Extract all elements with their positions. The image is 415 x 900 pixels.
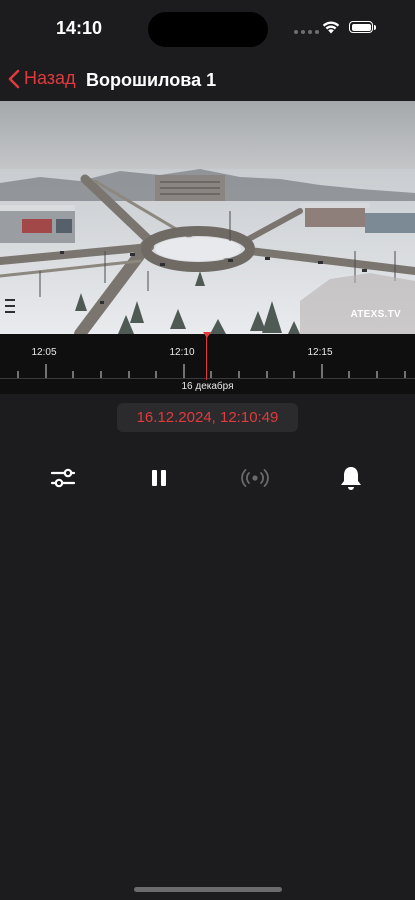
timeline-label-1205: 12:05 — [31, 347, 57, 358]
battery-icon — [349, 21, 376, 33]
timeline-playhead[interactable] — [206, 334, 207, 380]
timeline-baseline — [0, 378, 415, 379]
pause-button[interactable] — [141, 460, 177, 496]
dynamic-island — [148, 12, 268, 47]
timeline-ticks — [17, 364, 406, 378]
sliders-icon — [50, 468, 76, 488]
broadcast-icon — [241, 469, 269, 487]
status-bar: 14:10 — [0, 0, 415, 56]
wifi-icon — [322, 21, 340, 34]
back-button[interactable]: Назад — [8, 68, 76, 89]
datetime-picker-button[interactable]: 16.12.2024, 12:10:49 — [117, 403, 298, 432]
settings-button[interactable] — [45, 460, 81, 496]
camera-snapshot-image — [0, 101, 415, 334]
page-title: Ворошилова 1 — [86, 70, 217, 90]
back-label: Назад — [24, 68, 76, 88]
notifications-button[interactable] — [333, 460, 369, 496]
status-time: 14:10 — [56, 18, 103, 38]
live-stream-button[interactable] — [237, 460, 273, 496]
camera-watermark: ATEXS.TV — [350, 309, 401, 320]
chevron-left-icon — [8, 69, 20, 88]
player-controls — [0, 460, 415, 496]
timeline-label-1215: 12:15 — [307, 347, 333, 358]
pause-icon — [152, 470, 166, 486]
timeline-label-1210: 12:10 — [169, 347, 195, 358]
home-indicator — [134, 887, 282, 892]
nav-bar: Назад Ворошилова 1 — [0, 60, 415, 100]
playhead-marker-icon — [203, 332, 211, 338]
cellular-signal-icon — [294, 30, 319, 34]
camera-video[interactable]: ATEXS.TV — [0, 101, 415, 334]
bell-icon — [341, 467, 361, 490]
timeline-date: 16 декабря — [181, 381, 234, 392]
